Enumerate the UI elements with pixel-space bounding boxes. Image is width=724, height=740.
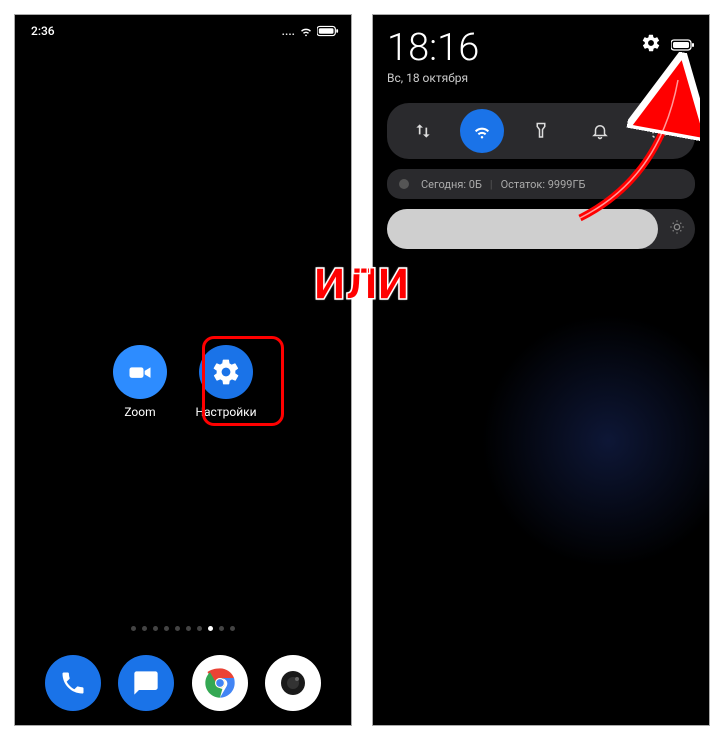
brightness-slider[interactable]: [387, 209, 695, 249]
brightness-fill: [387, 209, 658, 249]
qs-tile-flashlight[interactable]: [519, 109, 563, 153]
dock-phone[interactable]: [45, 655, 101, 711]
gear-icon: [641, 33, 661, 53]
app-settings-label: Настройки: [195, 405, 256, 419]
phone-icon: [59, 669, 87, 697]
wifi-icon: [472, 121, 492, 141]
dock: [15, 655, 351, 711]
data-usage-remaining: Остаток: 9999ГБ: [501, 178, 586, 191]
home-apps-row: Zoom Настройки: [15, 345, 351, 419]
app-settings[interactable]: Настройки: [192, 345, 260, 419]
chrome-icon: [198, 661, 242, 705]
phone-right-notification-panel: 18:16 Вс, 18 октября: [372, 14, 710, 726]
camera-icon: [273, 663, 313, 703]
bell-icon: [591, 122, 609, 140]
qs-tile-screenshot[interactable]: [637, 109, 681, 153]
video-icon: [113, 345, 167, 399]
quick-settings-row: [387, 103, 695, 159]
data-usage-dot-icon: [399, 179, 409, 189]
panel-date: Вс, 18 октября: [387, 71, 479, 85]
connector-or-label: ИЛИ: [314, 258, 409, 310]
page-indicator: [15, 626, 351, 631]
separator: |: [490, 178, 493, 191]
data-usage-today: Сегодня: 0Б: [421, 178, 482, 191]
chat-icon: [132, 669, 160, 697]
flashlight-icon: [532, 122, 550, 140]
battery-icon: [671, 39, 695, 51]
panel-settings-button[interactable]: [641, 33, 661, 57]
data-arrows-icon: [413, 121, 433, 141]
gear-icon: [199, 345, 253, 399]
data-usage-bar[interactable]: Сегодня: 0Б | Остаток: 9999ГБ: [387, 169, 695, 199]
panel-time: 18:16: [387, 29, 479, 67]
dock-camera[interactable]: [265, 655, 321, 711]
screenshot-icon: [650, 122, 668, 140]
qs-tile-mobile-data[interactable]: [401, 109, 445, 153]
phone-left-homescreen: 2:36 .... Zoom Настройки: [14, 14, 352, 726]
dock-chrome[interactable]: [192, 655, 248, 711]
brightness-sun-icon: [669, 219, 685, 239]
qs-tile-wifi[interactable]: [460, 109, 504, 153]
dock-messages[interactable]: [118, 655, 174, 711]
app-zoom[interactable]: Zoom: [106, 345, 174, 419]
app-zoom-label: Zoom: [124, 405, 155, 419]
panel-header: 18:16 Вс, 18 октября: [387, 29, 695, 85]
qs-tile-sound[interactable]: [578, 109, 622, 153]
